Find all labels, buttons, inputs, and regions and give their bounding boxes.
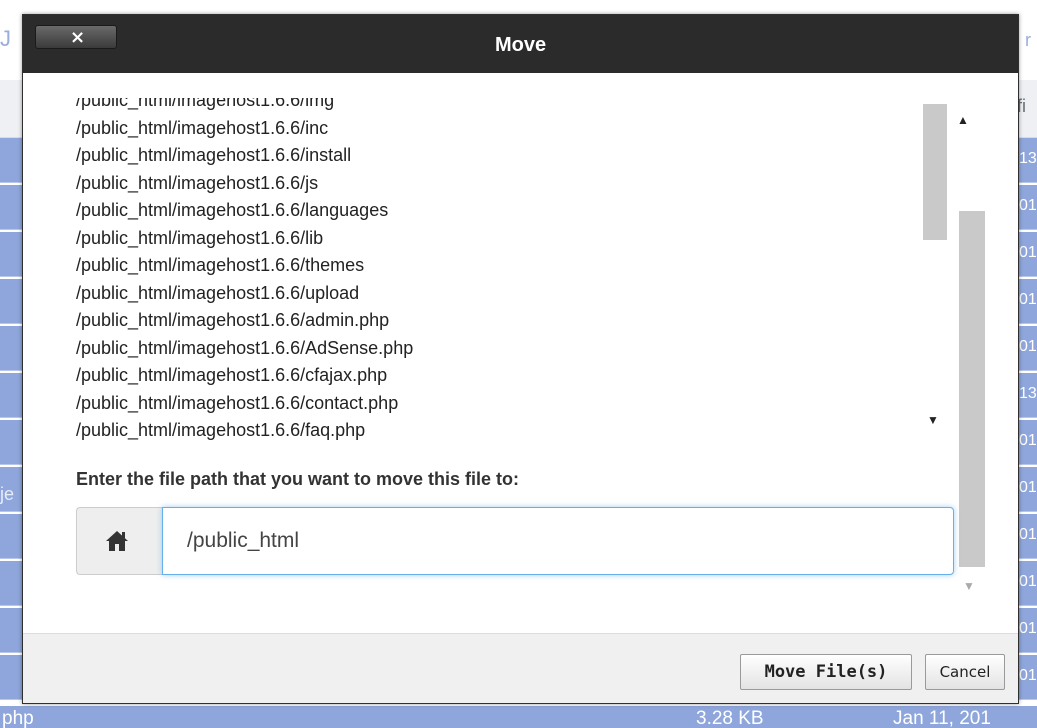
directory-list-item[interactable]: /public_html/imagehost1.6.6/img (76, 98, 334, 114)
directory-list-item[interactable]: /public_html/imagehost1.6.6/install (76, 141, 351, 169)
background-row-value: 01 (1019, 197, 1037, 214)
cancel-button[interactable]: Cancel (925, 654, 1005, 690)
path-label: Enter the file path that you want to mov… (76, 469, 520, 489)
directory-list-item[interactable]: /public_html/imagehost1.6.6/faq.php (76, 416, 365, 440)
directory-list-item[interactable]: /public_html/imagehost1.6.6/inc (76, 114, 328, 142)
directory-list-item[interactable]: /public_html/imagehost1.6.6/admin.php (76, 306, 389, 334)
close-icon: × (70, 27, 86, 48)
file-path-input[interactable] (162, 507, 954, 575)
background-row-value: 13 (1019, 150, 1037, 167)
directory-list-item[interactable]: /public_html/imagehost1.6.6/cfajax.php (76, 361, 387, 389)
dialog-body-scrollbar[interactable] (959, 211, 985, 567)
background-row-value: 01 (1019, 432, 1037, 449)
dialog-title: Move (494, 34, 547, 56)
background-row-value: 01 (1019, 667, 1037, 684)
background-row-value: 01 (1019, 526, 1037, 543)
directory-list-item[interactable]: /public_html/imagehost1.6.6/themes (76, 251, 364, 279)
scroll-down-arrow-icon[interactable]: ▼ (927, 413, 939, 427)
background-file-date: Jan 11, 201 (893, 708, 991, 728)
dialog-body: /public_html/imagehost1.6.6/img/public_h… (23, 73, 1018, 633)
background-table-row[interactable] (0, 706, 1037, 728)
background-file-name: php (2, 708, 34, 728)
move-files-button[interactable]: Move File(s) (740, 654, 912, 690)
background-row-value: 01 (1019, 620, 1037, 637)
directory-list-item[interactable]: /public_html/imagehost1.6.6/lib (76, 224, 323, 252)
directory-list-item[interactable]: /public_html/imagehost1.6.6/upload (76, 279, 359, 307)
background-toolbar-fragment: J (0, 26, 11, 51)
background-row-value: 01 (1019, 479, 1037, 496)
home-icon (106, 531, 128, 551)
dialog-footer: Move File(s) Cancel (23, 633, 1018, 703)
directory-list-item[interactable]: /public_html/imagehost1.6.6/languages (76, 196, 388, 224)
background-row-value: 01 (1019, 291, 1037, 308)
scrollbar-thumb[interactable] (923, 104, 947, 240)
directory-list-item[interactable]: /public_html/imagehost1.6.6/AdSense.php (76, 334, 413, 362)
close-button[interactable]: × (35, 25, 117, 49)
scroll-up-arrow-icon[interactable]: ▲ (957, 113, 969, 127)
path-input-group (76, 507, 954, 575)
dialog-scroll-down-arrow-icon[interactable]: ▼ (963, 579, 975, 593)
dialog-titlebar[interactable]: Move × (23, 15, 1018, 73)
directory-list[interactable]: /public_html/imagehost1.6.6/img/public_h… (76, 98, 926, 440)
background-file-size: 3.28 KB (696, 708, 764, 728)
directory-list-item[interactable]: /public_html/imagehost1.6.6/js (76, 169, 318, 197)
background-toolbar-fragment-right: r (1025, 30, 1031, 50)
directory-list-scrollbar[interactable] (923, 104, 951, 440)
home-addon (76, 507, 164, 575)
background-row-value: 01 (1019, 573, 1037, 590)
background-row-value: 01 (1019, 338, 1037, 355)
background-row-value: 13 (1019, 385, 1037, 402)
move-dialog: Move × /public_html/imagehost1.6.6/img/p… (22, 14, 1019, 704)
background-row-fragment: je (0, 484, 15, 504)
directory-list-item[interactable]: /public_html/imagehost1.6.6/contact.php (76, 389, 398, 417)
background-row-value: 01 (1019, 244, 1037, 261)
